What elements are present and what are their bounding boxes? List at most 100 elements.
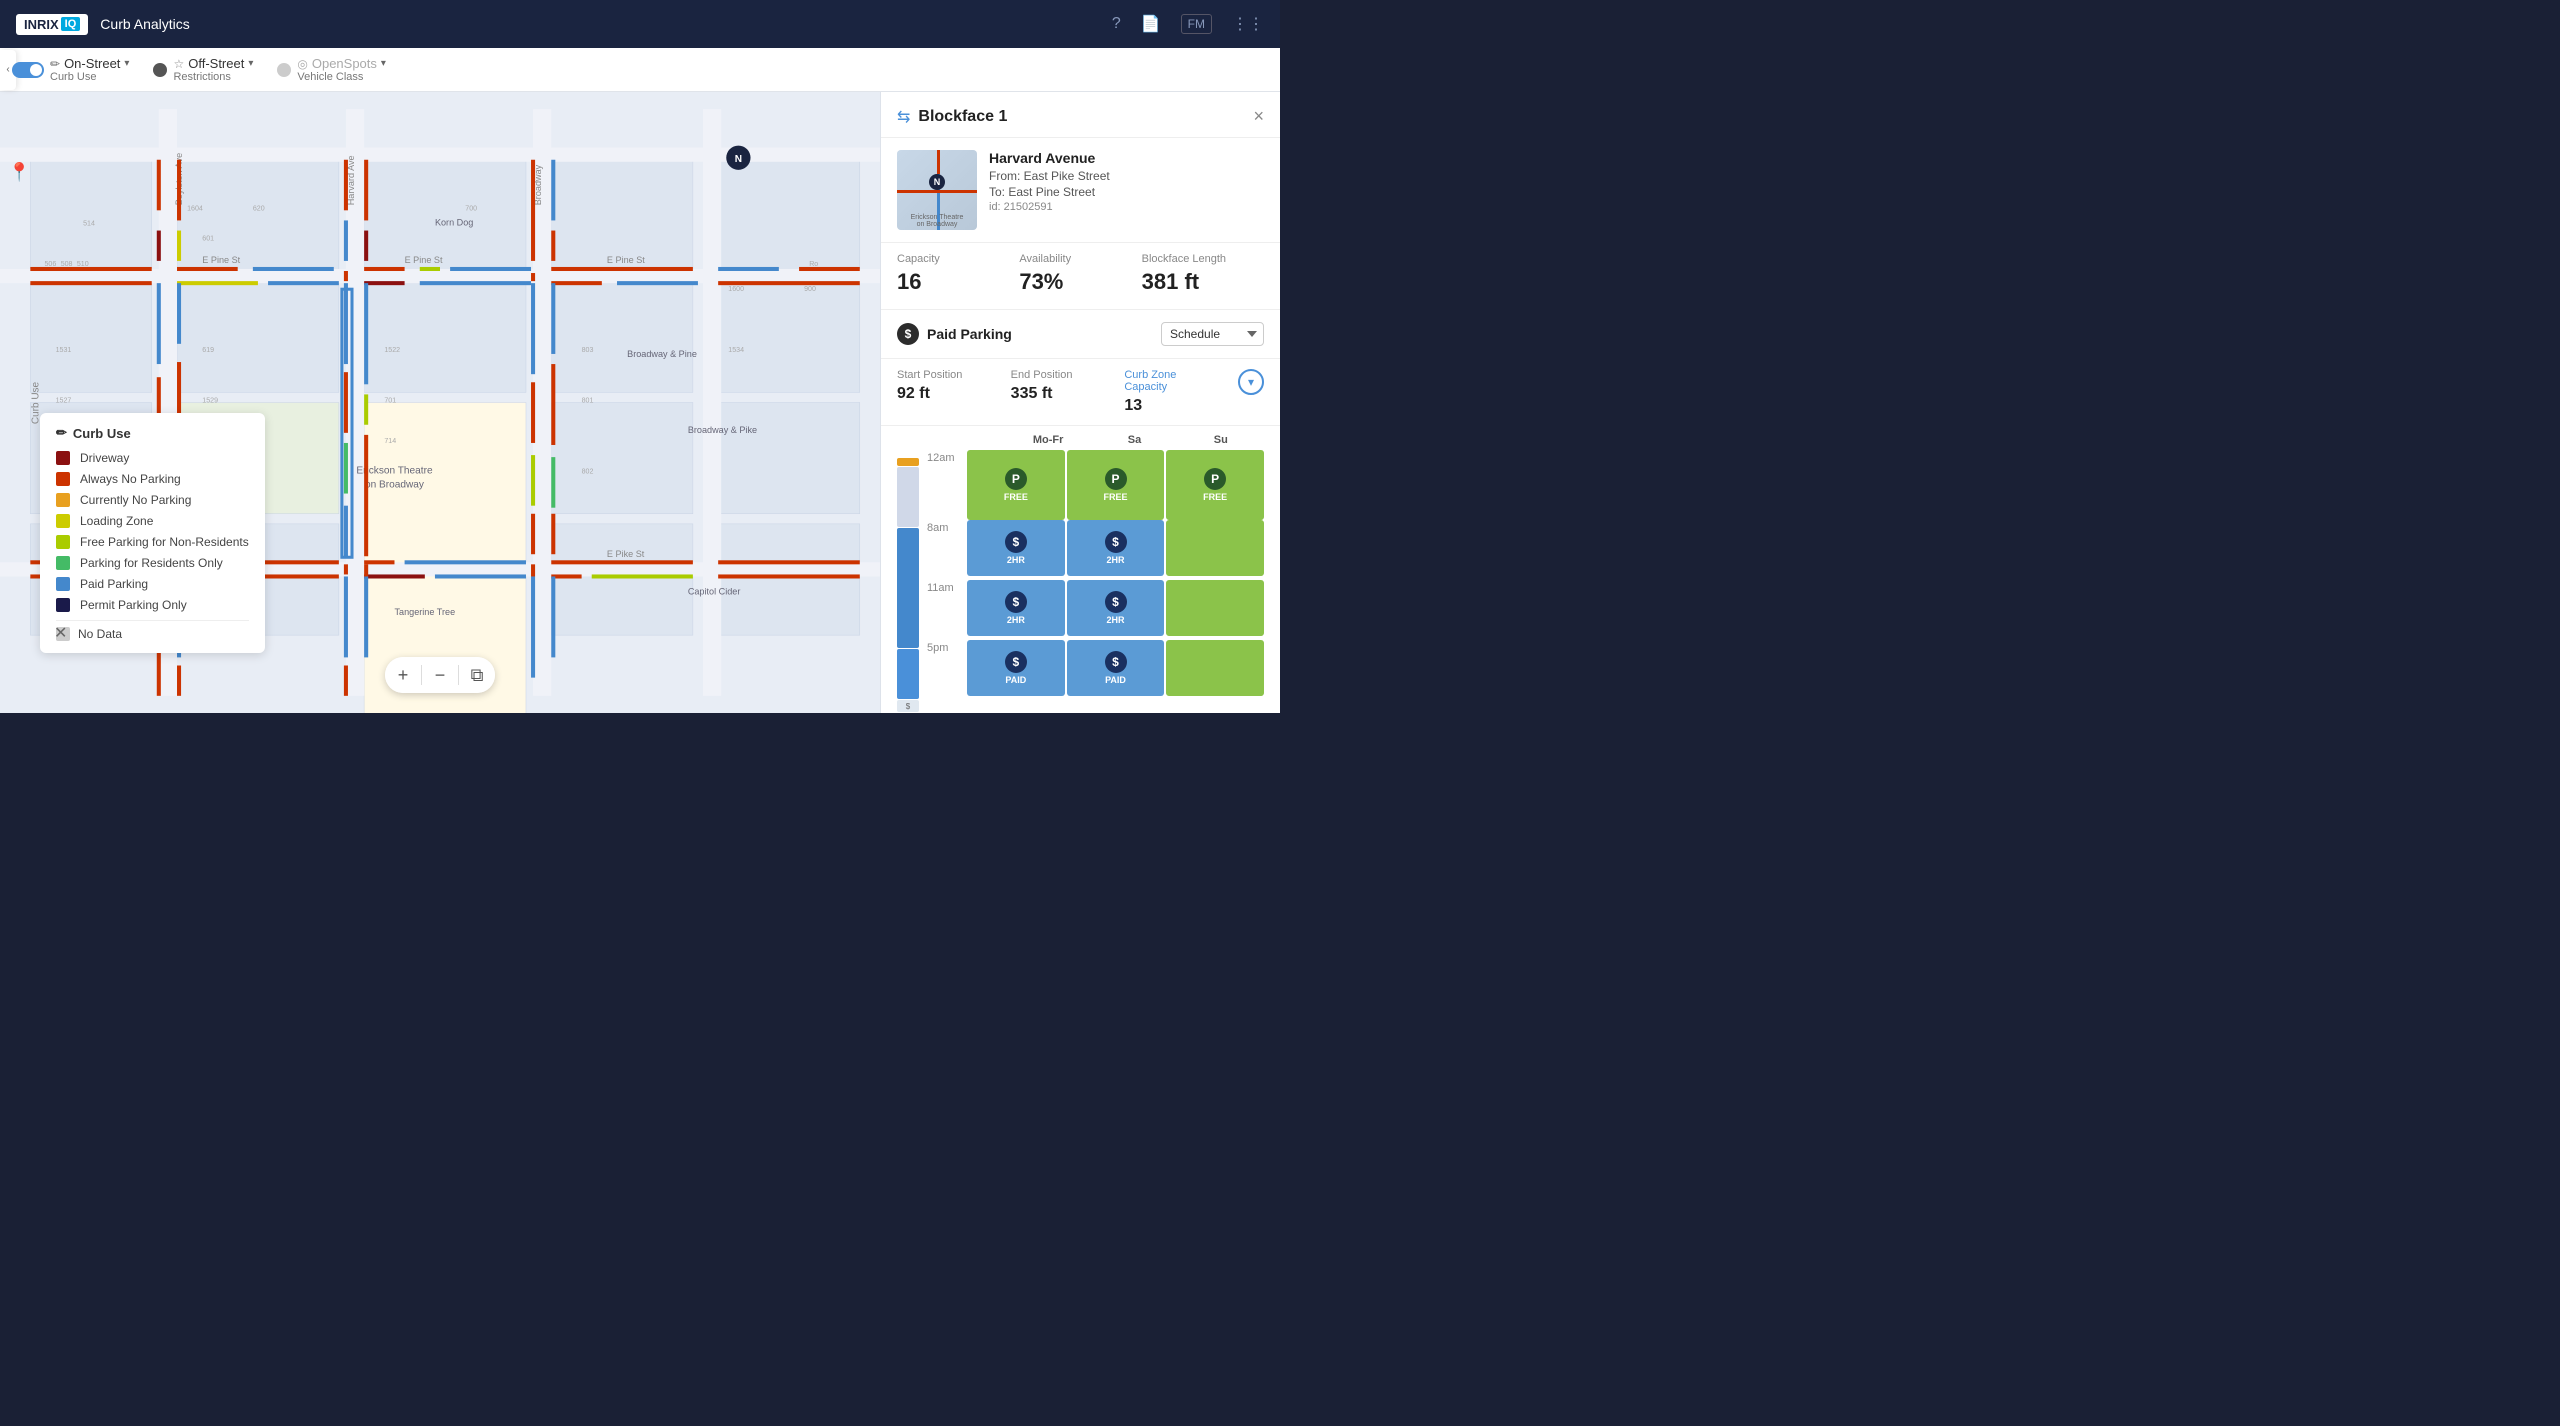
label-mofr-11am: 2HR — [1007, 615, 1025, 625]
side-panel: ⇆ Blockface 1 × N Erickson Theatreon Bro… — [880, 92, 1280, 713]
svg-text:803: 803 — [582, 346, 594, 354]
stat-availability-value: 73% — [1019, 269, 1141, 295]
svg-text:Broadway & Pine: Broadway & Pine — [627, 349, 697, 359]
svg-text:Korn Dog: Korn Dog — [435, 217, 473, 227]
legend-item-label: Always No Parking — [80, 472, 181, 486]
cell-sa-5pm: $ PAID — [1067, 640, 1165, 696]
dollar-icon-mofr-11am: $ — [1005, 591, 1027, 613]
strip-paid-parking — [897, 528, 919, 648]
curb-zone-capacity-value: 13 — [1124, 397, 1214, 415]
help-icon[interactable]: ? — [1112, 15, 1121, 33]
grid-icon[interactable]: ⋮⋮ — [1232, 14, 1264, 34]
label-su-12am: FREE — [1203, 492, 1227, 502]
open-spots-sublabel: Vehicle Class — [297, 71, 386, 83]
svg-text:1534: 1534 — [728, 346, 744, 354]
toolbar: ‹ ✏ On-Street ▾ Curb Use ☆ Off-Street ▾ … — [0, 48, 1280, 92]
svg-text:Tangerine Tree: Tangerine Tree — [394, 607, 455, 617]
stat-availability-label: Availability — [1019, 253, 1141, 265]
legend-item-label: Free Parking for Non-Residents — [80, 535, 249, 549]
legend-no-data-row: No Data — [56, 627, 249, 641]
stat-capacity: Capacity 16 — [897, 253, 1019, 295]
curb-zone-capacity: Curb Zone Capacity 13 — [1124, 369, 1214, 415]
strip-segment-1 — [897, 467, 919, 527]
layers-button[interactable]: ⧉ — [459, 657, 495, 693]
cell-mofr-8am: $ 2HR — [967, 520, 1065, 576]
panel-title: Blockface 1 — [918, 108, 1007, 126]
thumbnail-label: Erickson Theatreon Broadway — [899, 214, 975, 228]
legend-close-button[interactable]: ✕ — [54, 623, 67, 643]
cell-sa-8am: $ 2HR — [1067, 520, 1165, 576]
on-street-switch[interactable] — [12, 62, 44, 78]
app-header: INRIX IQ Curb Analytics ? 📄 FM ⋮⋮ — [0, 0, 1280, 48]
star-icon: ☆ — [173, 57, 184, 71]
legend-swatch — [56, 472, 70, 486]
legend-item: Parking for Residents Only — [56, 556, 249, 570]
panel-to: To: East Pine Street — [989, 185, 1264, 199]
legend-swatch — [56, 535, 70, 549]
off-street-label: Off-Street — [188, 56, 244, 71]
svg-text:Broadway & Pike: Broadway & Pike — [688, 425, 757, 435]
main-area: E Pine St E Pine St E Pine St E Pike St … — [0, 92, 1280, 713]
start-position-label: Start Position — [897, 369, 987, 381]
stat-capacity-value: 16 — [897, 269, 1019, 295]
panel-stats-row: Capacity 16 Availability 73% Blockface L… — [881, 243, 1280, 310]
svg-text:on Broadway: on Broadway — [365, 479, 425, 490]
panel-header-left: ⇆ Blockface 1 — [897, 107, 1007, 127]
legend-item-label: Loading Zone — [80, 514, 153, 528]
schedule-row-12am: 12am P FREE P FREE P FREE — [927, 450, 1264, 520]
open-spots-label: OpenSpots — [312, 56, 377, 71]
legend-title-text: Curb Use — [73, 426, 131, 441]
no-data-label: No Data — [78, 627, 122, 641]
zoom-out-button[interactable]: − — [422, 657, 458, 693]
legend-item: Free Parking for Non-Residents — [56, 535, 249, 549]
off-street-section[interactable]: ☆ Off-Street ▾ Restrictions — [153, 56, 253, 83]
open-spots-dot — [277, 63, 291, 77]
legend-swatch — [56, 598, 70, 612]
label-sa-8am: 2HR — [1107, 555, 1125, 565]
cell-su-12am: P FREE — [1166, 450, 1264, 520]
map-container[interactable]: E Pine St E Pine St E Pine St E Pike St … — [0, 92, 880, 713]
panel-map-thumbnail: N Erickson Theatreon Broadway — [897, 150, 977, 230]
zoom-in-button[interactable]: + — [385, 657, 421, 693]
strip-dollar: $ — [897, 700, 919, 712]
panel-address-row: N Erickson Theatreon Broadway Harvard Av… — [881, 138, 1280, 243]
thumbnail-marker-label: N — [934, 177, 941, 187]
time-12am: 12am — [927, 450, 967, 464]
svg-text:620: 620 — [253, 204, 265, 212]
legend-item: Always No Parking — [56, 472, 249, 486]
schedule-select[interactable]: Schedule Time of Day Day of Week — [1161, 322, 1264, 346]
svg-text:1531: 1531 — [56, 346, 72, 354]
strip-segment-2 — [897, 649, 919, 699]
inrix-text: INRIX — [24, 17, 59, 32]
paid-parking-header: $ Paid Parking Schedule Time of Day Day … — [881, 310, 1280, 359]
time-5pm: 5pm — [927, 640, 967, 654]
legend-item: Loading Zone — [56, 514, 249, 528]
zone-details: Start Position 92 ft End Position 335 ft… — [881, 359, 1280, 426]
legend-swatch — [56, 556, 70, 570]
svg-text:1529: 1529 — [202, 397, 218, 405]
on-street-toggle[interactable]: ✏ On-Street ▾ Curb Use — [12, 56, 129, 83]
schedule-row-8am: 8am $ 2HR $ 2HR — [927, 520, 1264, 580]
map-location-icon[interactable]: 📍 — [8, 162, 30, 183]
legend-items: DrivewayAlways No ParkingCurrently No Pa… — [56, 451, 249, 612]
p-icon-sa-12am: P — [1105, 468, 1127, 490]
label-mofr-8am: 2HR — [1007, 555, 1025, 565]
svg-text:E Pine St: E Pine St — [202, 255, 240, 265]
zone-expand-button[interactable]: ▾ — [1238, 369, 1264, 395]
schedule-grid: Mo-Fr Sa Su 12am P FREE P FREE — [927, 434, 1264, 712]
inrix-iq-badge: IQ — [61, 17, 81, 31]
legend-item-label: Currently No Parking — [80, 493, 191, 507]
schedule-row-5pm: 5pm $ PAID $ PAID — [927, 640, 1264, 700]
cell-su-5pm — [1166, 640, 1264, 696]
p-icon-su-12am: P — [1204, 468, 1226, 490]
fm-button[interactable]: FM — [1181, 14, 1212, 34]
open-spots-section[interactable]: ◎ OpenSpots ▾ Vehicle Class — [277, 56, 386, 83]
svg-text:900: 900 — [804, 285, 816, 293]
dollar-icon-mofr-8am: $ — [1005, 531, 1027, 553]
docs-icon[interactable]: 📄 — [1141, 14, 1161, 34]
day-su: Su — [1178, 434, 1264, 446]
svg-text:700: 700 — [465, 204, 477, 212]
legend-item-label: Parking for Residents Only — [80, 556, 223, 570]
panel-close-button[interactable]: × — [1253, 106, 1264, 127]
blockface-strip: $ — [897, 434, 919, 712]
